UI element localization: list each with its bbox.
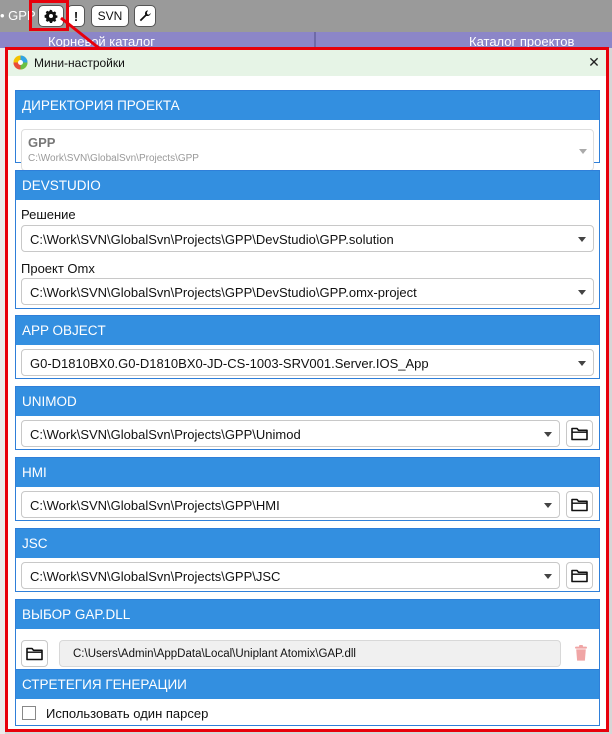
mini-settings-dialog: Мини-настройки ✕ ДИРЕКТОРИЯ ПРОЕКТА GPP … — [5, 47, 609, 732]
folder-icon — [571, 427, 588, 441]
jsc-select[interactable]: C:\Work\SVN\GlobalSvn\Projects\GPP\JSC — [21, 562, 560, 589]
solution-value: C:\Work\SVN\GlobalSvn\Projects\GPP\DevSt… — [30, 232, 394, 247]
dialog-title: Мини-настройки — [34, 56, 125, 70]
jsc-browse-button[interactable] — [566, 562, 593, 589]
svn-button[interactable]: SVN — [91, 5, 129, 27]
app-object-value: G0-D1810BX0.G0-D1810BX0-JD-CS-1003-SRV00… — [30, 356, 429, 371]
section-header: HMI — [16, 458, 599, 487]
gap-dll-path-field[interactable]: C:\Users\Admin\AppData\Local\Uniplant At… — [59, 640, 561, 667]
section-hmi: HMI C:\Work\SVN\GlobalSvn\Projects\GPP\H… — [15, 457, 600, 521]
chevron-down-icon — [578, 361, 586, 366]
single-parser-checkbox[interactable] — [22, 706, 36, 720]
project-select[interactable]: GPP C:\Work\SVN\GlobalSvn\Projects\GPP — [21, 129, 594, 171]
unimod-select[interactable]: C:\Work\SVN\GlobalSvn\Projects\GPP\Unimo… — [21, 420, 560, 447]
dialog-titlebar: Мини-настройки ✕ — [8, 50, 606, 76]
project-path: C:\Work\SVN\GlobalSvn\Projects\GPP — [28, 153, 199, 164]
chevron-down-icon — [579, 149, 587, 154]
chevron-down-icon — [544, 432, 552, 437]
tab-separator — [314, 32, 316, 48]
folder-icon — [571, 569, 588, 583]
solution-select[interactable]: C:\Work\SVN\GlobalSvn\Projects\GPP\DevSt… — [21, 225, 594, 252]
close-icon[interactable]: ✕ — [586, 54, 602, 70]
chevron-down-icon — [544, 503, 552, 508]
tab-root-catalog[interactable]: Корневой каталог — [48, 34, 155, 48]
section-unimod: UNIMOD C:\Work\SVN\GlobalSvn\Projects\GP… — [15, 386, 600, 450]
section-header: UNIMOD — [16, 387, 599, 416]
tools-button[interactable] — [134, 5, 156, 27]
section-header: DEVSTUDIO — [16, 171, 599, 200]
omx-value: C:\Work\SVN\GlobalSvn\Projects\GPP\DevSt… — [30, 285, 417, 300]
app-logo-icon — [13, 55, 28, 70]
trash-icon[interactable] — [572, 644, 590, 662]
app-object-select[interactable]: G0-D1810BX0.G0-D1810BX0-JD-CS-1003-SRV00… — [21, 349, 594, 376]
solution-label: Решение — [21, 207, 76, 222]
section-header: ДИРЕКТОРИЯ ПРОЕКТА — [16, 91, 599, 120]
folder-icon — [571, 498, 588, 512]
single-parser-label[interactable]: Использовать один парсер — [46, 706, 208, 721]
tab-strip: Корневой каталог Каталог проектов — [0, 32, 612, 48]
hmi-browse-button[interactable] — [566, 491, 593, 518]
chevron-down-icon — [578, 290, 586, 295]
wrench-icon — [139, 10, 151, 22]
chevron-down-icon — [544, 574, 552, 579]
unimod-browse-button[interactable] — [566, 420, 593, 447]
hmi-value: C:\Work\SVN\GlobalSvn\Projects\GPP\HMI — [30, 498, 280, 513]
section-gap-dll: ВЫБОР GAP.DLL C:\Users\Admin\AppData\Loc… — [15, 599, 600, 671]
settings-highlight — [29, 0, 69, 31]
section-header: APP OBJECT — [16, 316, 599, 345]
gap-dll-browse-button[interactable] — [21, 640, 48, 667]
section-jsc: JSC C:\Work\SVN\GlobalSvn\Projects\GPP\J… — [15, 528, 600, 592]
hmi-select[interactable]: C:\Work\SVN\GlobalSvn\Projects\GPP\HMI — [21, 491, 560, 518]
section-devstudio: DEVSTUDIO Решение C:\Work\SVN\GlobalSvn\… — [15, 170, 600, 309]
section-project-dir: ДИРЕКТОРИЯ ПРОЕКТА GPP C:\Work\SVN\Globa… — [15, 90, 600, 171]
section-header: JSC — [16, 529, 599, 558]
omx-project-select[interactable]: C:\Work\SVN\GlobalSvn\Projects\GPP\DevSt… — [21, 278, 594, 305]
omx-label: Проект Omx — [21, 261, 95, 276]
section-strategy: СТРЕТЕГИЯ ГЕНЕРАЦИИ Использовать один па… — [15, 669, 600, 726]
jsc-value: C:\Work\SVN\GlobalSvn\Projects\GPP\JSC — [30, 569, 281, 584]
unimod-value: C:\Work\SVN\GlobalSvn\Projects\GPP\Unimo… — [30, 427, 301, 442]
gap-dll-value: C:\Users\Admin\AppData\Local\Uniplant At… — [73, 648, 356, 660]
info-button[interactable]: ! — [67, 5, 85, 27]
folder-icon — [26, 647, 43, 661]
section-header: ВЫБОР GAP.DLL — [16, 600, 599, 629]
section-app-object: APP OBJECT G0-D1810BX0.G0-D1810BX0-JD-CS… — [15, 315, 600, 379]
tab-projects-catalog[interactable]: Каталог проектов — [469, 34, 574, 48]
project-name: GPP — [28, 135, 56, 150]
chevron-down-icon — [578, 237, 586, 242]
section-header: СТРЕТЕГИЯ ГЕНЕРАЦИИ — [16, 670, 599, 699]
top-toolbar: • GPP ! SVN — [0, 0, 612, 32]
